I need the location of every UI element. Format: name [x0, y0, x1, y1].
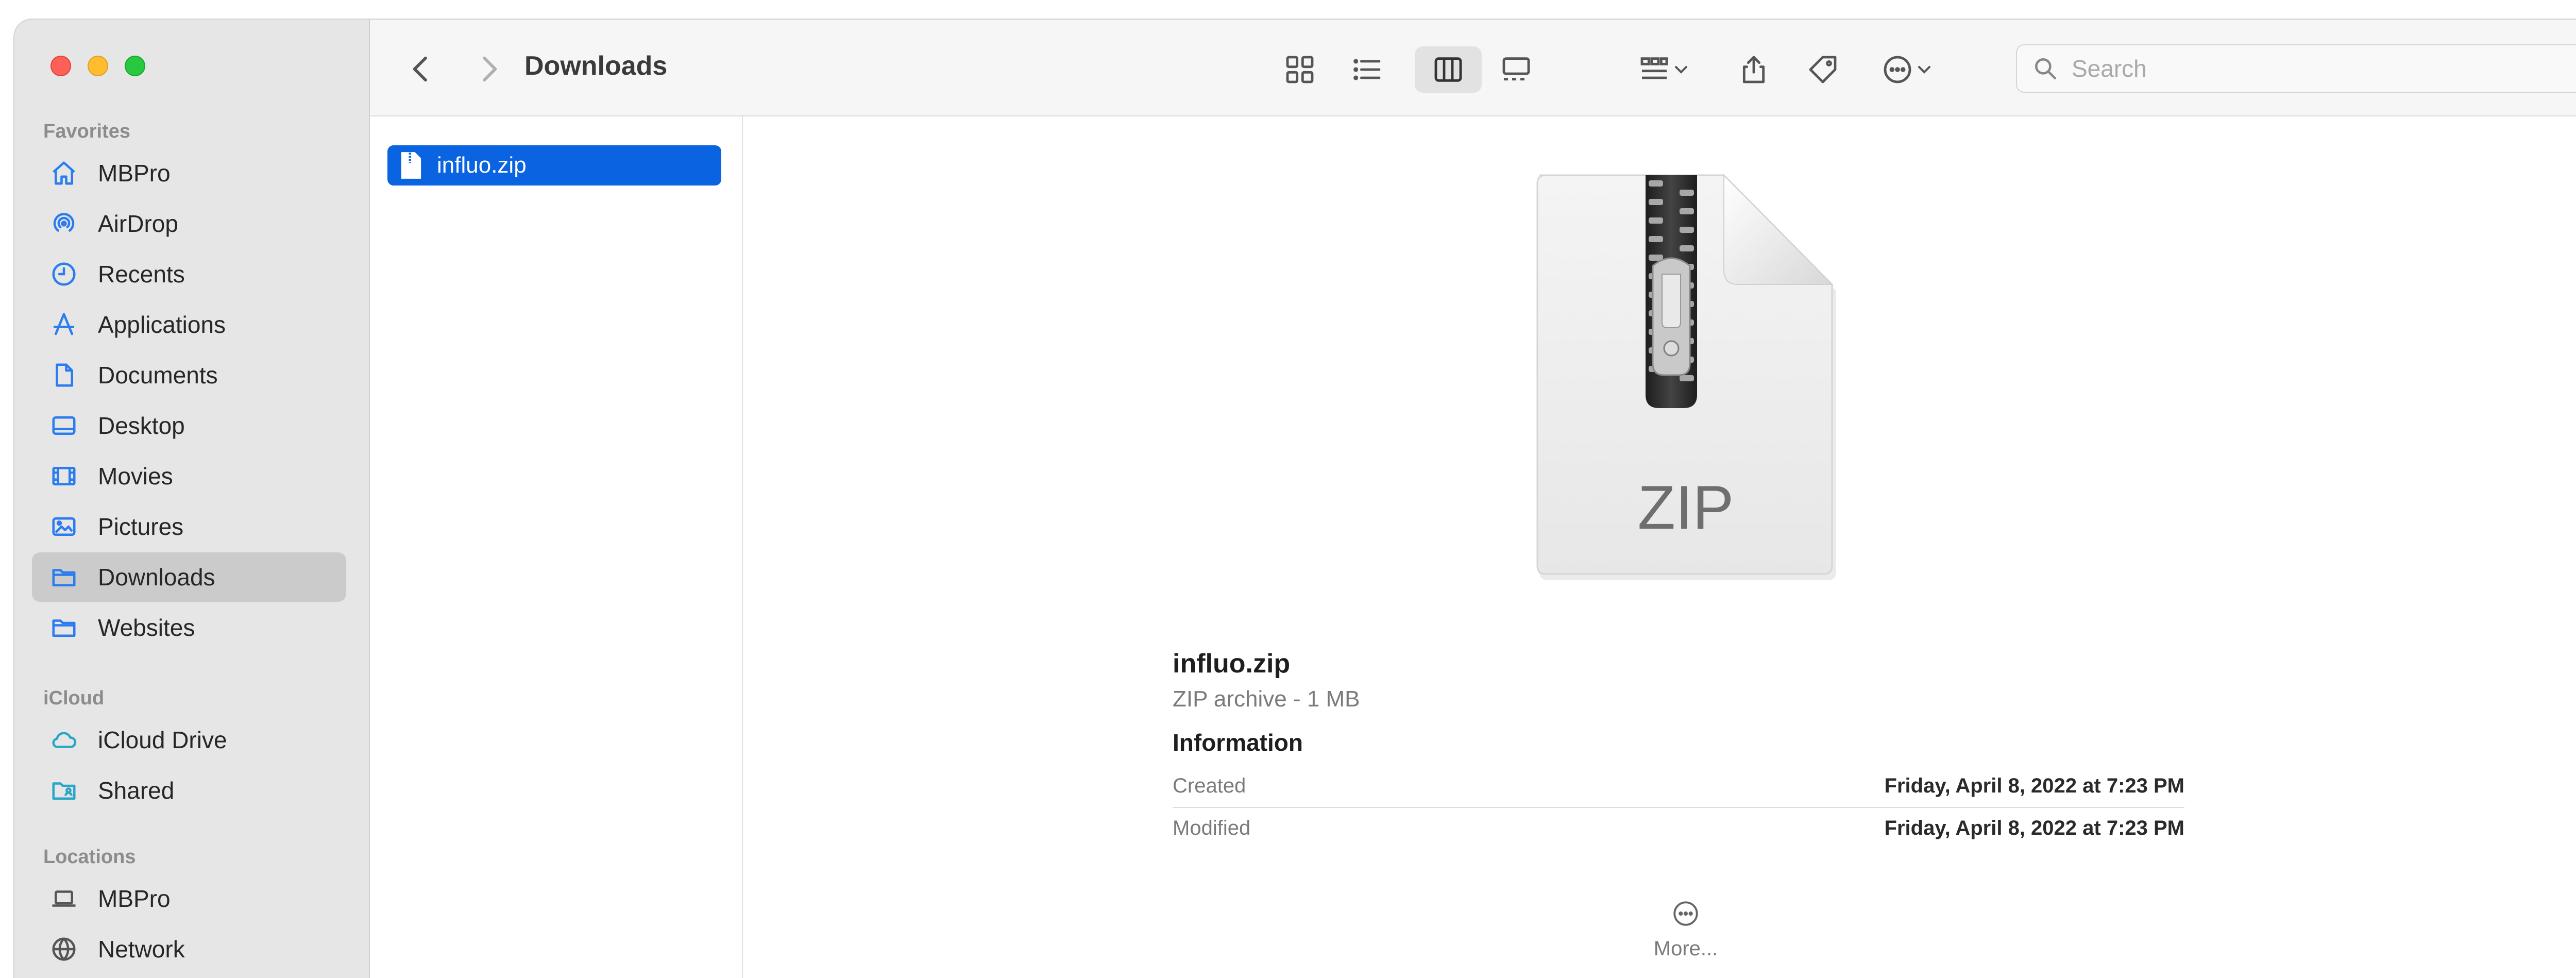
icon-view-button[interactable] — [1272, 46, 1328, 93]
sidebar-item-label: Desktop — [98, 412, 185, 439]
sidebar-item-desktop[interactable]: Desktop — [32, 401, 346, 450]
close-window-button[interactable] — [50, 56, 71, 76]
more-icon — [1673, 901, 1698, 926]
sidebar-item-documents[interactable]: Documents — [32, 350, 346, 400]
more-button[interactable]: More... — [1634, 899, 1737, 960]
folder-icon — [46, 614, 81, 642]
sidebar-item-movies[interactable]: Movies — [32, 451, 346, 501]
gallery-view-button[interactable] — [1488, 46, 1545, 93]
window-title: Downloads — [524, 51, 668, 81]
actions-button[interactable] — [1869, 46, 1946, 93]
sidebar-item-label: iCloud Drive — [98, 727, 227, 753]
locations-section-label: Locations — [43, 846, 136, 868]
clock-icon — [46, 260, 81, 288]
forward-button[interactable] — [468, 48, 509, 90]
zip-icon-label: ZIP — [1638, 473, 1734, 542]
globe-icon — [46, 935, 81, 963]
sidebar-item-applications[interactable]: Applications — [32, 300, 346, 349]
sidebar-item-label: Websites — [98, 614, 195, 641]
chevron-right-icon — [483, 56, 497, 82]
sidebar-item-label: Applications — [98, 311, 226, 338]
shared-folder-icon — [46, 777, 81, 804]
sidebar-item-label: MBPro — [98, 160, 171, 187]
tag-icon — [1809, 56, 1837, 83]
information-heading: Information — [1173, 729, 1303, 756]
list-view-button[interactable] — [1338, 46, 1395, 93]
sidebar-item-label: Documents — [98, 362, 218, 389]
film-icon — [46, 462, 81, 490]
zoom-window-button[interactable] — [125, 56, 145, 76]
gallery-icon — [1502, 57, 1530, 81]
file-row-influo-zip[interactable]: influo.zip — [387, 145, 721, 186]
preview-file-name: influo.zip — [1173, 649, 1291, 679]
more-icon — [1884, 56, 1911, 83]
sidebar-item-label: Shared — [98, 777, 175, 804]
more-label: More... — [1653, 937, 1718, 960]
share-button[interactable] — [1728, 46, 1780, 93]
file-column: influo.zip — [370, 116, 743, 978]
sidebar-item-pictures[interactable]: Pictures — [32, 502, 346, 551]
share-icon — [1742, 56, 1765, 83]
chevron-left-icon — [413, 56, 427, 82]
created-label: Created — [1173, 774, 1246, 797]
sidebar-item-recents[interactable]: Recents — [32, 249, 346, 299]
document-icon — [46, 361, 81, 389]
back-button[interactable] — [401, 48, 442, 90]
sidebar-item-label: Downloads — [98, 564, 215, 591]
house-icon — [46, 159, 81, 187]
chevron-down-icon — [1918, 66, 1930, 74]
sidebar-item-downloads[interactable]: Downloads — [32, 552, 346, 602]
folder-icon — [46, 563, 81, 591]
zip-archive-icon: ZIP — [1531, 173, 1840, 580]
group-icon — [1640, 57, 1668, 79]
preview-pane: ZIP influo.zip ZIP archive - 1 MB Inform… — [743, 116, 2576, 978]
columns-icon — [1434, 57, 1462, 82]
preview-file-kind: ZIP archive - 1 MB — [1173, 686, 1360, 712]
sidebar-item-label: MBPro — [98, 885, 171, 912]
sidebar-item-label: Pictures — [98, 513, 184, 540]
sidebar-item-mbpro-location[interactable]: MBPro — [32, 874, 346, 923]
modified-value: Friday, April 8, 2022 at 7:23 PM — [1884, 816, 2184, 839]
file-row-label: influo.zip — [437, 153, 527, 178]
sidebar-item-network[interactable]: Network — [32, 924, 346, 974]
search-placeholder: Search — [2072, 55, 2147, 82]
sidebar-item-label: AirDrop — [98, 210, 178, 237]
modified-label: Modified — [1173, 816, 1251, 839]
sidebar-item-label: Recents — [98, 261, 185, 288]
zip-file-icon — [401, 152, 421, 179]
modified-row: Modified Friday, April 8, 2022 at 7:23 P… — [1173, 808, 2184, 848]
sidebar-item-mbpro[interactable]: MBPro — [32, 148, 346, 198]
sidebar-item-label: Movies — [98, 463, 173, 490]
applications-icon — [46, 311, 81, 339]
group-by-button[interactable] — [1626, 46, 1703, 93]
toolbar: Downloads Search — [370, 20, 2576, 116]
icloud-section-label: iCloud — [43, 687, 105, 709]
list-icon — [1353, 59, 1381, 80]
favorites-section-label: Favorites — [43, 121, 130, 142]
sidebar-item-icloud-drive[interactable]: iCloud Drive — [32, 715, 346, 765]
created-row: Created Friday, April 8, 2022 at 7:23 PM — [1173, 766, 2184, 806]
cloud-icon — [46, 726, 81, 754]
photo-icon — [46, 513, 81, 541]
column-view-button[interactable] — [1415, 46, 1482, 93]
sidebar-item-airdrop[interactable]: AirDrop — [32, 199, 346, 248]
grid-icon — [1286, 56, 1314, 83]
airdrop-icon — [46, 210, 81, 238]
search-icon — [2035, 58, 2057, 80]
laptop-icon — [46, 885, 81, 913]
sidebar: Favorites MBPro AirDrop Recents Applicat… — [14, 20, 370, 978]
search-field[interactable]: Search — [2016, 44, 2576, 93]
tags-button[interactable] — [1797, 46, 1849, 93]
minimize-window-button[interactable] — [88, 56, 108, 76]
created-value: Friday, April 8, 2022 at 7:23 PM — [1884, 774, 2184, 797]
chevron-down-icon — [1675, 66, 1687, 74]
sidebar-item-shared[interactable]: Shared — [32, 766, 346, 815]
finder-window: Favorites MBPro AirDrop Recents Applicat… — [14, 20, 2576, 978]
desktop-icon — [46, 412, 81, 440]
sidebar-item-label: Network — [98, 936, 185, 963]
sidebar-item-websites[interactable]: Websites — [32, 603, 346, 652]
